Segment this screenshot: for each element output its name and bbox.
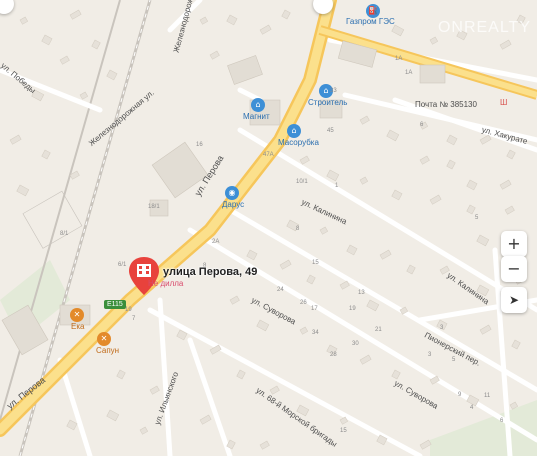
house-number: 6 — [500, 418, 504, 424]
house-number: 21 — [375, 327, 382, 333]
house-number: 17 — [311, 306, 318, 312]
poi-label-shi[interactable]: Ш — [500, 98, 507, 107]
fuel-icon[interactable]: ⛽ — [366, 4, 380, 18]
house-number: 19 — [349, 306, 356, 312]
house-number: 4 — [470, 405, 474, 411]
house-number: 1А — [395, 56, 403, 62]
house-number: 3 — [428, 352, 432, 358]
house-number: 10/1 — [296, 179, 308, 185]
house-number: 11 — [484, 393, 491, 399]
house-number: 7 — [132, 316, 136, 322]
house-number: 8 — [296, 226, 300, 232]
map-canvas[interactable]: ул. Перова ул. Перова Железнодорожная ул… — [0, 0, 537, 456]
house-number: 33 — [330, 88, 337, 94]
food-icon[interactable]: ✕ — [97, 332, 111, 346]
shop-icon[interactable]: ⌂ — [251, 98, 265, 112]
food-icon[interactable]: ✕ — [70, 308, 84, 322]
map-pin-icon — [129, 257, 159, 295]
shop-icon[interactable]: ⌂ — [287, 124, 301, 138]
house-number: 8/1 — [60, 231, 69, 237]
poi-label-stroitel[interactable]: Строитель — [308, 98, 347, 107]
zoom-out-button[interactable]: − — [501, 256, 527, 282]
selected-sublabel: Не дилла — [148, 279, 184, 288]
house-number: 13 — [358, 290, 365, 296]
house-number: 24 — [277, 287, 284, 293]
house-number: 34 — [312, 330, 319, 336]
house-number: 1 — [335, 183, 339, 189]
house-number: 30 — [352, 341, 359, 347]
locate-button[interactable]: ➤ — [501, 287, 527, 313]
poi-label-gazprom[interactable]: Газпром ГЭС — [346, 17, 395, 26]
zoom-in-button[interactable]: + — [501, 231, 527, 257]
watermark: ONREALTY — [437, 19, 531, 36]
house-number: 5 — [475, 215, 479, 221]
poi-label-magnit[interactable]: Магнит — [243, 112, 270, 121]
house-number: 28 — [330, 352, 337, 358]
poi-label-eka[interactable]: Ека — [71, 322, 84, 331]
house-number: 15 — [312, 260, 319, 266]
house-number: 26 — [300, 300, 307, 306]
house-number: 19 — [125, 307, 132, 313]
house-number: 15 — [340, 428, 347, 434]
house-number: 47А — [263, 152, 274, 158]
house-number: 6 — [420, 122, 424, 128]
poi-label-pochta[interactable]: Почта № 385130 — [415, 100, 477, 109]
house-number: 3 — [440, 325, 444, 331]
house-number: 16 — [196, 142, 203, 148]
selected-address-label[interactable]: улица Перова, 49 — [163, 266, 257, 278]
poi-label-sapun[interactable]: Сапун — [96, 346, 119, 355]
car-icon[interactable]: ◉ — [225, 186, 239, 200]
house-number: 9 — [458, 392, 462, 398]
house-number: 45 — [327, 128, 334, 134]
route-badge: Е115 — [104, 300, 126, 309]
poi-label-masorubka[interactable]: Масорубка — [278, 138, 319, 147]
house-number: 2А — [212, 239, 220, 245]
house-number: 1А — [405, 70, 413, 76]
house-number: 6/1 — [118, 262, 127, 268]
poi-label-darus[interactable]: Дарус — [222, 200, 244, 209]
map-base-layer — [0, 0, 537, 456]
house-number: 18/1 — [148, 204, 160, 210]
house-number: 5 — [452, 357, 456, 363]
